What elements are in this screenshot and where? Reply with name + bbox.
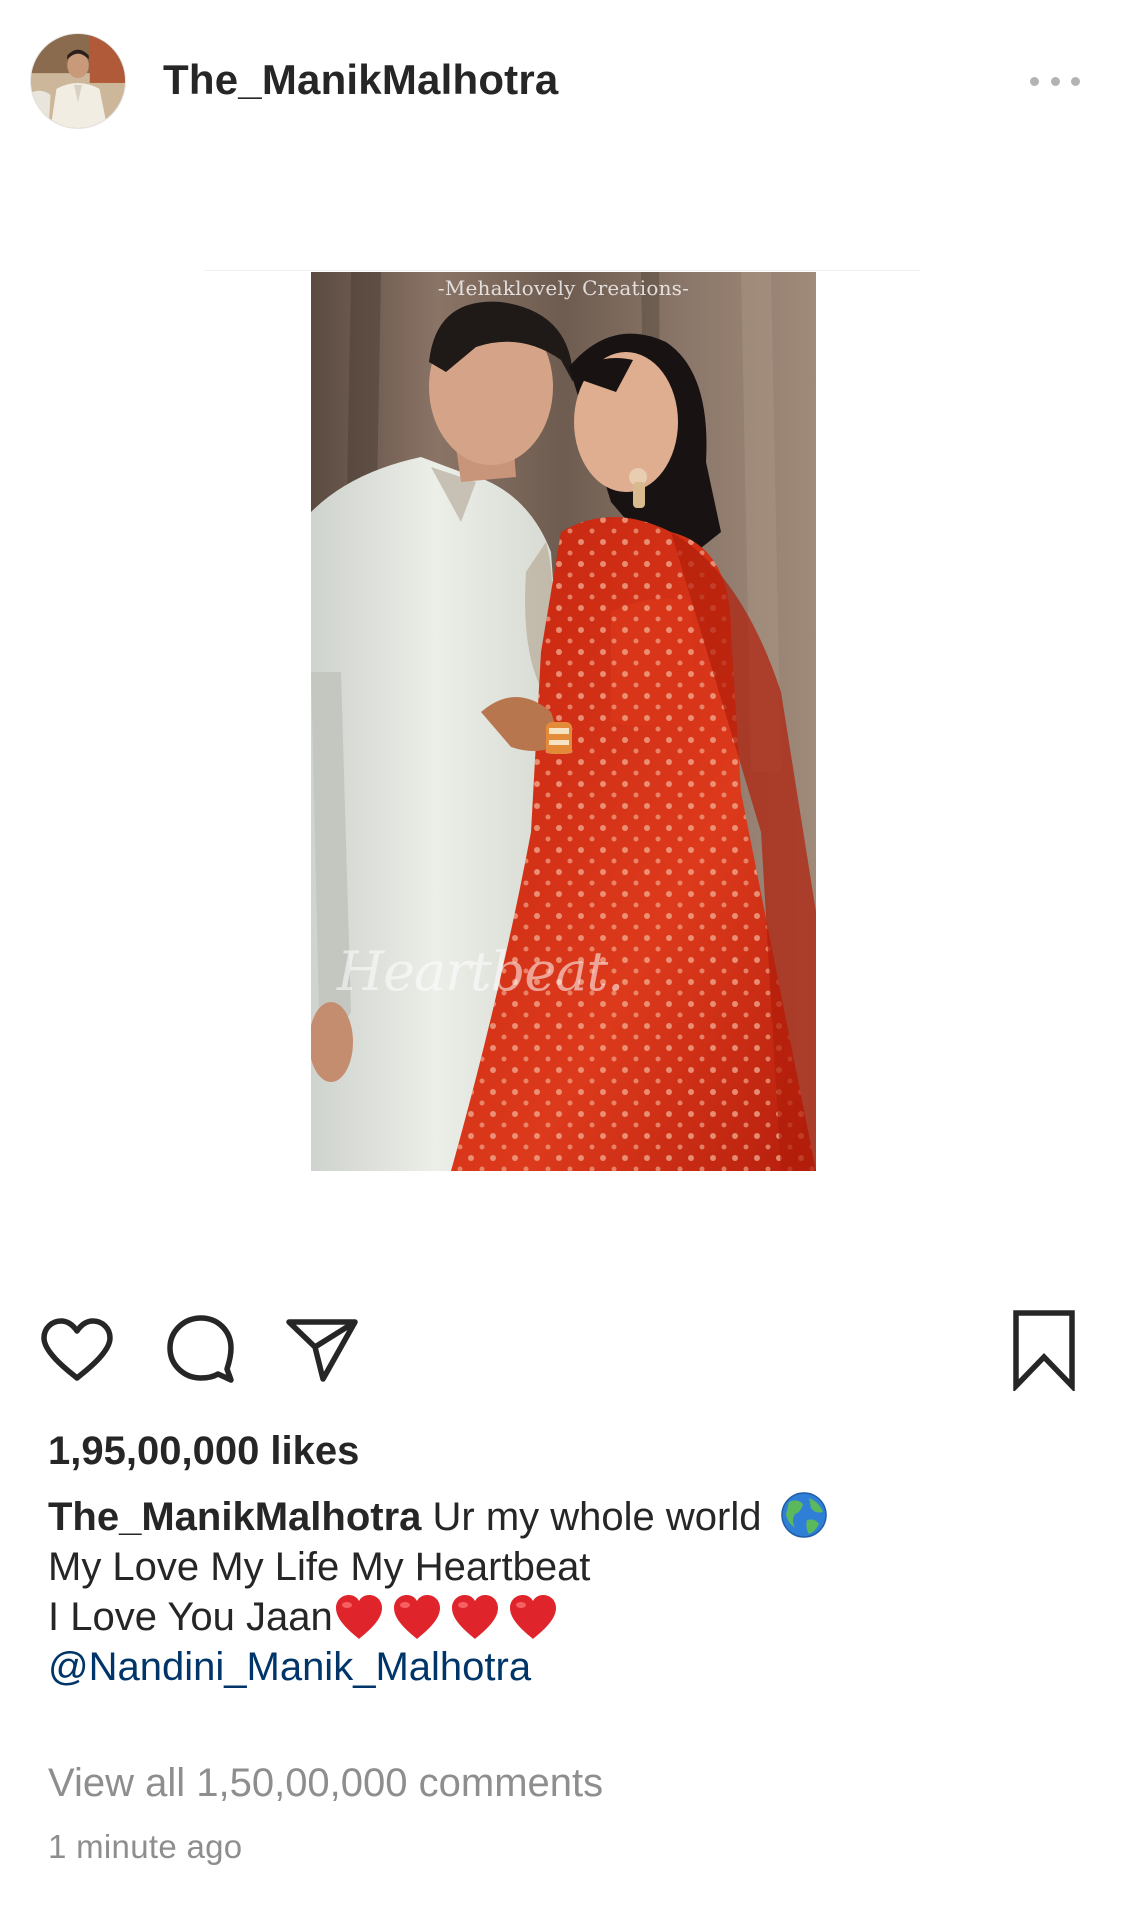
media-watermark: -Mehaklovely Creations-: [437, 276, 690, 300]
caption-text-2: My Love My Life My Heartbeat: [48, 1545, 591, 1589]
caption-text-3: I Love You Jaan: [48, 1595, 333, 1639]
caption-line-1: The_ManikMalhotra Ur my whole world: [48, 1490, 1088, 1542]
post-username[interactable]: The_ManikMalhotra: [163, 52, 558, 108]
caption-text-1: Ur my whole world: [432, 1495, 762, 1539]
avatar[interactable]: [30, 33, 126, 129]
red-heart-icon: [509, 1595, 556, 1639]
red-heart-icon: [393, 1595, 440, 1639]
avatar-image: [31, 34, 125, 128]
post-caption: The_ManikMalhotra Ur my whole world My L…: [48, 1490, 1088, 1692]
red-heart-icon: [451, 1595, 498, 1639]
caption-username[interactable]: The_ManikMalhotra: [48, 1495, 421, 1539]
media-frame-line: [205, 270, 920, 271]
more-dot: [1030, 76, 1039, 86]
post-timestamp: 1 minute ago: [48, 1828, 243, 1865]
caption-mention[interactable]: @Nandini_Manik_Malhotra: [48, 1642, 1088, 1692]
heart-outline-icon[interactable]: [40, 1318, 114, 1382]
more-dot: [1050, 76, 1060, 86]
paper-plane-icon[interactable]: [285, 1317, 359, 1383]
post-header: The_ManikMalhotra: [0, 0, 1125, 160]
view-all-comments-link[interactable]: View all 1,50,00,000 comments: [48, 1758, 603, 1808]
globe-icon: [780, 1492, 827, 1538]
likes-count[interactable]: 1,95,00,000 likes: [48, 1426, 359, 1476]
caption-line-3: I Love You Jaan: [48, 1592, 1088, 1642]
couple-photo: [311, 272, 816, 1171]
comment-bubble-icon[interactable]: [165, 1313, 235, 1383]
heart-emoji-group: [333, 1595, 559, 1639]
bookmark-icon[interactable]: [1011, 1309, 1077, 1391]
action-bar: [0, 1305, 1125, 1395]
red-heart-icon: [335, 1595, 382, 1639]
more-options-icon[interactable]: [1030, 66, 1080, 96]
post-image[interactable]: -Mehaklovely Creations- Heartbeat.: [311, 272, 816, 1171]
media-signature: Heartbeat.: [337, 940, 624, 1003]
more-dot: [1071, 76, 1080, 86]
